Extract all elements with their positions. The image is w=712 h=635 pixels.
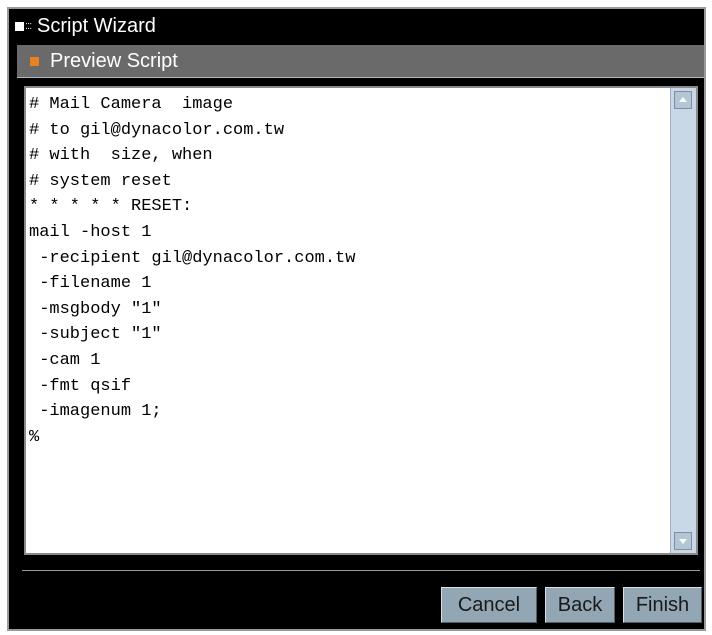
title-bar: ::: Script Wizard [9, 9, 704, 43]
window-title: Script Wizard [37, 15, 156, 37]
scroll-down-button[interactable] [674, 532, 692, 550]
arrow-down-icon [679, 539, 687, 544]
script-wizard-window: ::: Script Wizard Preview Script # Mail … [7, 7, 706, 631]
back-button[interactable]: Back [545, 587, 615, 623]
section-header: Preview Script [17, 45, 704, 78]
script-content: # Mail Camera image # to gil@dynacolor.c… [29, 95, 356, 447]
finish-button[interactable]: Finish [623, 587, 702, 623]
section-bullet-icon [30, 57, 39, 66]
title-dots-icon: ::: [25, 20, 32, 32]
scroll-up-button[interactable] [674, 91, 692, 109]
section-title: Preview Script [50, 50, 178, 72]
script-preview-textarea[interactable]: # Mail Camera image # to gil@dynacolor.c… [24, 86, 698, 555]
vertical-scrollbar[interactable] [670, 88, 696, 553]
cancel-button[interactable]: Cancel [441, 587, 537, 623]
arrow-up-icon [679, 97, 687, 102]
footer-divider [22, 570, 700, 571]
window-icon [15, 22, 24, 31]
